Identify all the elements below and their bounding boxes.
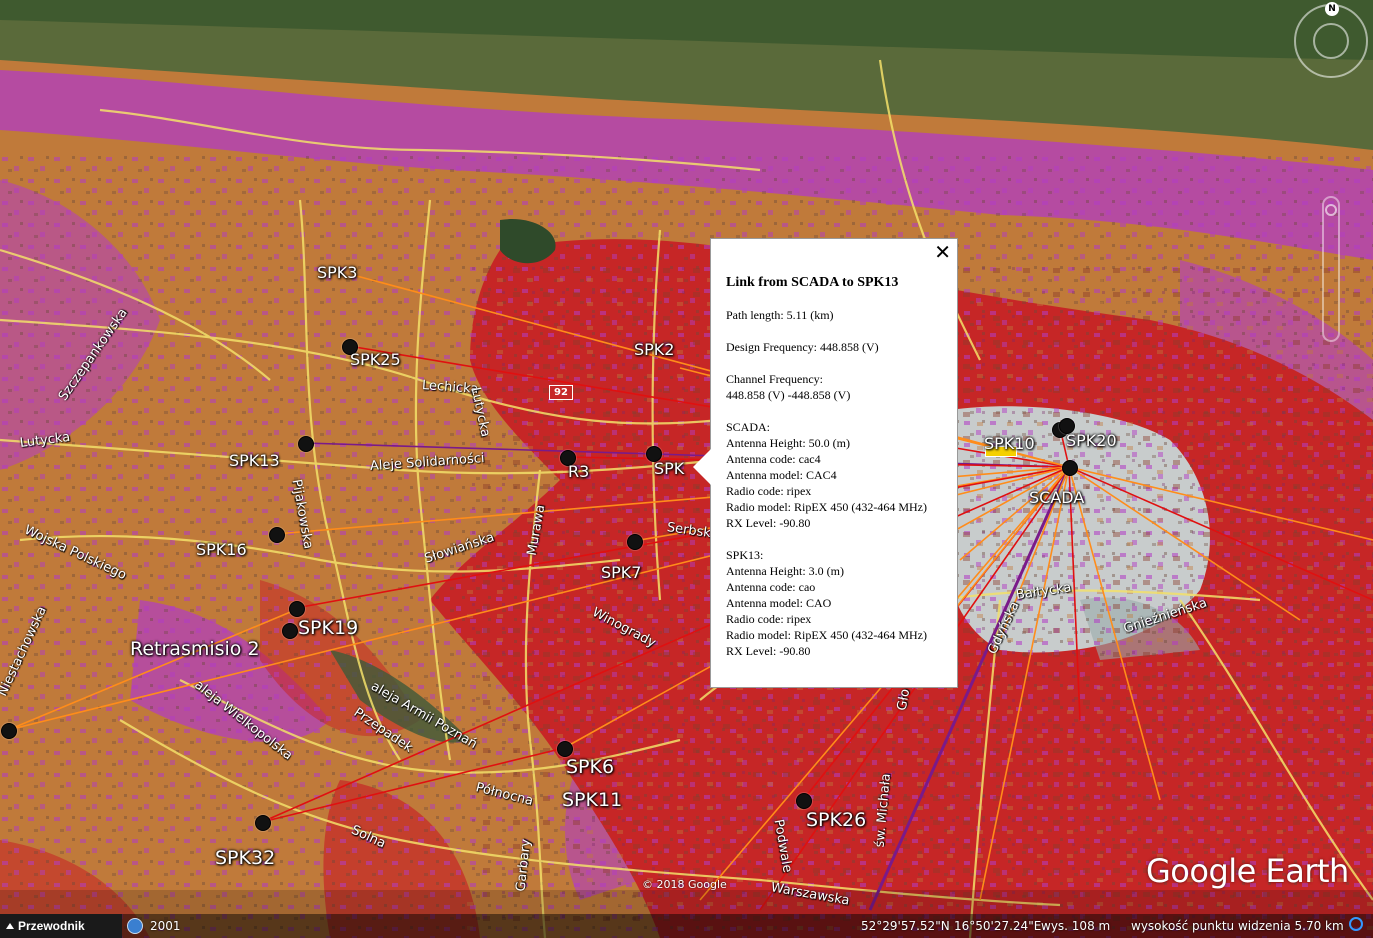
zoom-slider[interactable] — [1322, 196, 1340, 342]
historical-imagery-year[interactable]: 2001 — [150, 914, 181, 938]
popup-title: Link from SCADA to SPK13 — [726, 275, 899, 290]
guide-button[interactable]: Przewodnik — [0, 914, 122, 938]
status-eye-altitude: wysokość punktu widzenia 5.70 km — [1131, 919, 1344, 933]
path-length-text: Path length: 5.11 (km) — [726, 308, 834, 322]
spk13-antenna-model: Antenna model: CAO — [726, 596, 832, 610]
scada-radio-model: Radio model: RipEX 450 (432-464 MHz) — [726, 500, 927, 514]
station-node-spk6[interactable] — [557, 741, 573, 757]
station-node-spk32[interactable] — [255, 815, 271, 831]
station-label-retrasmisio2[interactable]: Retrasmisio 2 — [130, 638, 260, 660]
station-label-spk11[interactable]: SPK11 — [562, 789, 622, 811]
scada-antenna-code: Antenna code: cac4 — [726, 452, 821, 466]
station-node-spk16[interactable] — [269, 527, 285, 543]
status-bar-streaming-icon — [1349, 917, 1363, 931]
spk13-rx-level: RX Level: -90.80 — [726, 644, 811, 658]
station-label-spk7[interactable]: SPK7 — [601, 563, 641, 582]
zoom-slider-handle[interactable] — [1325, 204, 1337, 216]
station-label-spk13[interactable]: SPK13 — [229, 451, 280, 470]
station-node-spk19a[interactable] — [289, 601, 305, 617]
station-node-scada[interactable] — [1062, 460, 1078, 476]
route-92-badge: 92 — [549, 385, 573, 400]
station-label-spk26[interactable]: SPK26 — [806, 809, 866, 831]
scada-header: SCADA: — [726, 420, 771, 434]
compass-north-icon[interactable]: N — [1325, 2, 1339, 16]
station-label-spk32[interactable]: SPK32 — [215, 847, 275, 869]
spk13-antenna-code: Antenna code: cao — [726, 580, 816, 594]
station-label-spk19[interactable]: SPK19 — [298, 617, 358, 639]
spk13-antenna-height: Antenna Height: 3.0 (m) — [726, 564, 844, 578]
station-label-spk6[interactable]: SPK6 — [566, 756, 614, 778]
station-node-spk26[interactable] — [796, 793, 812, 809]
map-canvas[interactable] — [0, 0, 1373, 938]
popup-pointer — [693, 449, 711, 485]
station-label-spk10[interactable]: SPK10 — [984, 434, 1035, 453]
copyright-text: © 2018 Google — [642, 878, 727, 891]
scada-rx-level: RX Level: -90.80 — [726, 516, 811, 530]
spk13-header: SPK13: — [726, 548, 764, 562]
station-label-spk25[interactable]: SPK25 — [350, 350, 401, 369]
guide-button-label: Przewodnik — [18, 919, 85, 933]
popup-body: Path length: 5.11 (km) Design Frequency:… — [726, 307, 927, 659]
station-node-spk19b[interactable] — [282, 623, 298, 639]
compass-inner-ring[interactable] — [1313, 23, 1349, 59]
channel-frequency-value: 448.858 (V) -448.858 (V) — [726, 388, 851, 402]
spk13-radio-code: Radio code: ripex — [726, 612, 812, 626]
historical-imagery-clock-icon[interactable] — [127, 918, 143, 934]
status-longitude: 16°50'27.24"E — [954, 919, 1042, 933]
station-label-spk20[interactable]: SPK20 — [1066, 431, 1117, 450]
station-label-r3[interactable]: R3 — [568, 462, 589, 481]
station-node-spk7[interactable] — [627, 534, 643, 550]
station-label-spk3[interactable]: SPK3 — [317, 263, 357, 282]
compass-control[interactable]: N — [1294, 2, 1368, 78]
station-label-scada[interactable]: SCADA — [1029, 488, 1084, 507]
design-frequency-text: Design Frequency: 448.858 (V) — [726, 340, 879, 354]
status-elevation: wys. 108 m — [1041, 919, 1111, 933]
station-label-spk16[interactable]: SPK16 — [196, 540, 247, 559]
spk13-radio-model: Radio model: RipEX 450 (432-464 MHz) — [726, 628, 927, 642]
scada-antenna-height: Antenna Height: 50.0 (m) — [726, 436, 850, 450]
google-earth-logo: Google Earth — [1146, 852, 1349, 890]
scada-radio-code: Radio code: ripex — [726, 484, 812, 498]
station-label-spk-partial[interactable]: SPK — [654, 459, 684, 478]
station-node-spk13[interactable] — [298, 436, 314, 452]
status-latitude: 52°29'57.52"N — [861, 919, 950, 933]
close-icon[interactable]: ✕ — [934, 242, 951, 262]
link-info-popup: ✕ Link from SCADA to SPK13 Path length: … — [693, 238, 958, 688]
scada-antenna-model: Antenna model: CAC4 — [726, 468, 837, 482]
station-label-spk2[interactable]: SPK2 — [634, 340, 674, 359]
expand-up-icon — [6, 923, 14, 929]
channel-frequency-label: Channel Frequency: — [726, 372, 823, 386]
station-node-left-edge[interactable] — [1, 723, 17, 739]
